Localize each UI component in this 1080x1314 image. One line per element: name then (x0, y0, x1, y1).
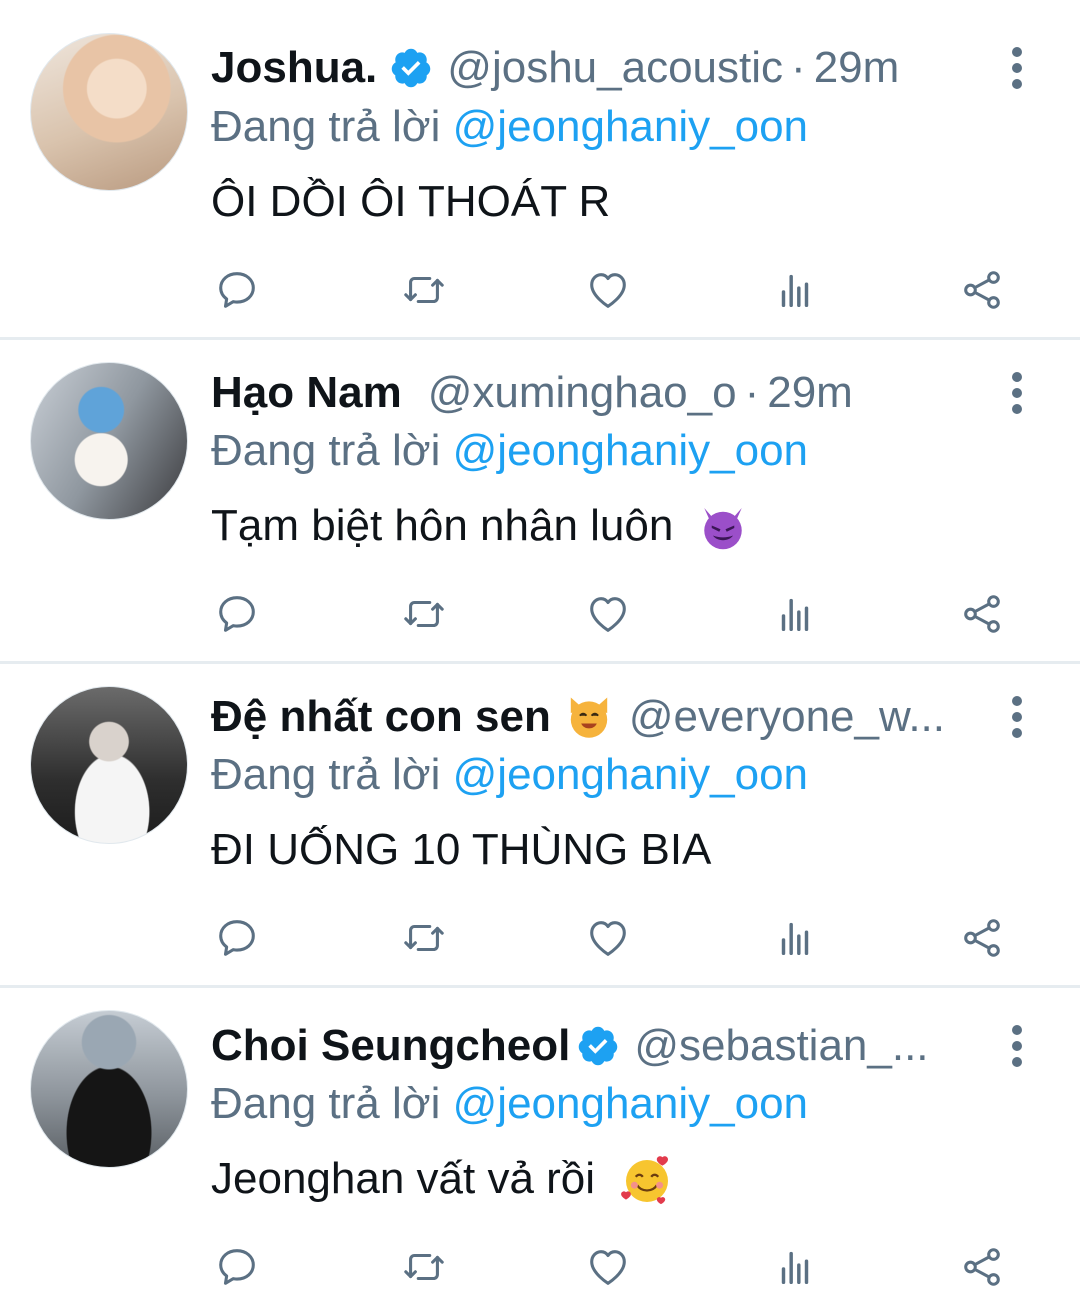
analytics-icon[interactable] (765, 584, 825, 644)
tweet-header: Choi Seungcheol @sebastian_... (211, 1016, 929, 1076)
tweet-text: Jeonghan vất vả rồi (211, 1149, 675, 1209)
heart-icon[interactable] (578, 584, 638, 644)
tweet[interactable]: Hạo Nam @xuminghao_o · 29m Đang trả lời … (0, 340, 1080, 661)
action-bar (0, 260, 1080, 320)
reply-feed: Joshua. @joshu_acoustic · 29m Đang trả l… (0, 0, 1080, 1314)
reply-icon[interactable] (207, 1237, 267, 1297)
reply-prefix: Đang trả lời (211, 102, 441, 151)
handle[interactable]: @xuminghao_o (428, 363, 737, 423)
verified-badge-icon (392, 48, 431, 88)
reply-prefix: Đang trả lời (211, 750, 441, 799)
replying-to: Đang trả lời @jeonghaniy_oon (211, 421, 808, 481)
share-icon[interactable] (952, 260, 1012, 320)
retweet-icon[interactable] (394, 584, 454, 644)
smiling-face-with-hearts-emoji-icon (621, 1156, 669, 1205)
replying-to: Đang trả lời @jeonghaniy_oon (211, 745, 808, 805)
avatar[interactable] (30, 362, 188, 520)
share-icon[interactable] (952, 1237, 1012, 1297)
reply-to-link[interactable]: @jeonghaniy_oon (453, 750, 808, 799)
avatar[interactable] (30, 686, 188, 844)
tweet[interactable]: Choi Seungcheol @sebastian_... Đang trả … (0, 988, 1080, 1314)
share-icon[interactable] (952, 908, 1012, 968)
smiling-cat-emoji-icon (570, 697, 608, 738)
display-name[interactable]: Choi Seungcheol (211, 1016, 570, 1076)
reply-icon[interactable] (207, 260, 267, 320)
handle[interactable]: @sebastian_... (634, 1016, 928, 1076)
more-vertical-icon[interactable] (1000, 687, 1034, 747)
timestamp[interactable]: 29m (767, 363, 853, 423)
tweet-text-content: ĐI UỐNG 10 THÙNG BIA (211, 825, 712, 874)
separator: · (744, 368, 760, 417)
handle[interactable]: @joshu_acoustic (447, 38, 783, 98)
smiling-devil-emoji-icon (703, 508, 742, 550)
more-vertical-icon[interactable] (1000, 1016, 1034, 1076)
analytics-icon[interactable] (765, 908, 825, 968)
reply-to-link[interactable]: @jeonghaniy_oon (453, 1079, 808, 1128)
tweet-header: Hạo Nam @xuminghao_o · 29m (211, 363, 853, 423)
reply-to-link[interactable]: @jeonghaniy_oon (453, 426, 808, 475)
avatar[interactable] (30, 33, 188, 191)
tweet-text: ĐI UỐNG 10 THÙNG BIA (211, 820, 711, 880)
replying-to: Đang trả lời @jeonghaniy_oon (211, 1074, 808, 1134)
share-icon[interactable] (952, 584, 1012, 644)
tweet-text-content: Jeonghan vất vả rồi (211, 1154, 596, 1203)
reply-prefix: Đang trả lời (211, 426, 441, 475)
tweet-header: Joshua. @joshu_acoustic · 29m (211, 38, 899, 98)
tweet-header: Đệ nhất con sen @everyone_w... (211, 687, 945, 747)
display-name[interactable]: Hạo Nam (211, 363, 402, 423)
heart-icon[interactable] (578, 908, 638, 968)
heart-icon[interactable] (578, 1237, 638, 1297)
analytics-icon[interactable] (765, 260, 825, 320)
action-bar (0, 1237, 1080, 1297)
separator: · (791, 43, 806, 92)
action-bar (0, 584, 1080, 644)
heart-icon[interactable] (578, 260, 638, 320)
reply-prefix: Đang trả lời (211, 1079, 441, 1128)
analytics-icon[interactable] (765, 1237, 825, 1297)
more-vertical-icon[interactable] (1000, 38, 1034, 98)
tweet[interactable]: Đệ nhất con sen @everyone_w... Đang trả … (0, 664, 1080, 985)
action-bar (0, 908, 1080, 968)
handle[interactable]: @everyone_w... (629, 687, 945, 747)
retweet-icon[interactable] (394, 908, 454, 968)
retweet-icon[interactable] (394, 1237, 454, 1297)
tweet-text-content: ÔI DỒI ÔI THOÁT R (211, 177, 611, 226)
replying-to: Đang trả lời @jeonghaniy_oon (211, 97, 808, 157)
tweet[interactable]: Joshua. @joshu_acoustic · 29m Đang trả l… (0, 0, 1080, 337)
tweet-text: ÔI DỒI ÔI THOÁT R (211, 172, 610, 232)
display-name[interactable]: Đệ nhất con sen (211, 687, 551, 747)
avatar[interactable] (30, 1010, 188, 1168)
reply-icon[interactable] (207, 584, 267, 644)
display-name[interactable]: Joshua. (211, 38, 377, 98)
reply-to-link[interactable]: @jeonghaniy_oon (453, 102, 808, 151)
reply-icon[interactable] (207, 908, 267, 968)
tweet-text: Tạm biệt hôn nhân luôn (211, 496, 748, 556)
more-vertical-icon[interactable] (1000, 363, 1034, 423)
retweet-icon[interactable] (394, 260, 454, 320)
verified-badge-icon (579, 1026, 618, 1066)
timestamp[interactable]: 29m (814, 38, 900, 98)
tweet-text-content: Tạm biệt hôn nhân luôn (211, 501, 674, 550)
